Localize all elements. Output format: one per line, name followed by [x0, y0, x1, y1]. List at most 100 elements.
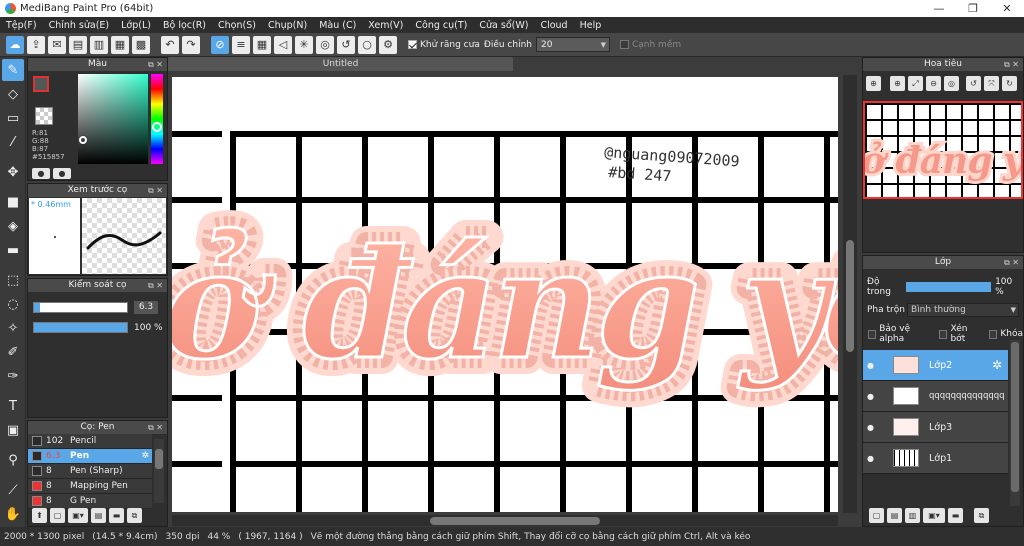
add-swatch-icon[interactable]: ●	[32, 168, 50, 179]
palette-icon[interactable]: ●	[53, 168, 71, 179]
saturation-value-picker[interactable]	[78, 74, 148, 164]
menu-help[interactable]: Help	[580, 20, 602, 31]
duplicate-layer-icon[interactable]: ⧉	[974, 508, 989, 523]
actual-size-icon[interactable]: ◎	[944, 76, 959, 91]
divide-tool-icon[interactable]: ▣	[2, 419, 24, 441]
eye-icon[interactable]: ●	[867, 423, 879, 432]
minimize-button[interactable]: —	[922, 2, 956, 15]
maximize-button[interactable]: ❐	[956, 2, 990, 15]
horizontal-scroll-thumb[interactable]	[430, 517, 600, 525]
menu-edit[interactable]: Chỉnh sửa(E)	[49, 20, 110, 31]
lasso-tool-icon[interactable]: ◌	[2, 293, 24, 315]
layer-item[interactable]: ● qqqqqqqqqqqqqq	[863, 381, 1008, 412]
panel-options-icon[interactable]: ⧉ ✕	[148, 279, 163, 292]
menu-file[interactable]: Tệp(F)	[6, 20, 37, 31]
menu-color[interactable]: Màu (C)	[319, 20, 356, 31]
pen-tool-icon[interactable]: ⟋	[2, 479, 24, 501]
lock-checkbox[interactable]	[989, 329, 998, 339]
brush-item-pencil[interactable]: 102 Pencil	[28, 434, 152, 449]
vertical-scroll-thumb[interactable]	[846, 240, 854, 352]
canvas-horizontal-scrollbar[interactable]	[172, 515, 838, 526]
menu-cloud[interactable]: Cloud	[540, 20, 567, 31]
select-pen-icon[interactable]: ✐	[2, 341, 24, 363]
chat-icon[interactable]: ✉	[48, 35, 66, 54]
menu-snap[interactable]: Chụp(N)	[268, 20, 307, 31]
zoom-icon[interactable]: ⊕	[890, 76, 905, 91]
brush-tool-icon[interactable]: ✎	[2, 59, 24, 81]
layer-item[interactable]: ● Lớp3	[863, 412, 1008, 443]
layer-menu-icon[interactable]: ▣▾	[923, 508, 945, 523]
layer-item[interactable]: ● Lớp1	[863, 443, 1008, 474]
document-tab[interactable]: Untitled	[168, 57, 513, 71]
concentric-snap-icon[interactable]: ◎	[316, 35, 334, 54]
cloud-icon[interactable]: ☁	[6, 35, 24, 54]
menu-tools[interactable]: Công cụ(T)	[415, 20, 467, 31]
brush-item-mapping-pen[interactable]: 8 Mapping Pen	[28, 479, 152, 494]
menu-window[interactable]: Cửa sổ(W)	[479, 20, 528, 31]
rotate-right-icon[interactable]: ↻	[1002, 76, 1017, 91]
eye-icon[interactable]: ●	[867, 454, 879, 463]
rectangle-tool-icon[interactable]: ▭	[2, 107, 24, 129]
radial-snap-icon[interactable]: ✳	[295, 35, 313, 54]
zoom-in-icon[interactable]: ⊕	[866, 76, 881, 91]
hue-slider[interactable]	[151, 74, 163, 164]
drawing-canvas[interactable]: @nguang09072009 #bd 247 ở đáng yêu ở đán…	[172, 77, 838, 512]
brush-settings-icon[interactable]: ▤	[91, 508, 106, 523]
antialias-checkbox[interactable]	[408, 40, 417, 49]
select-eraser-icon[interactable]: ✑	[2, 365, 24, 387]
blend-mode-select[interactable]: Bình thường ▼	[907, 303, 1019, 317]
page-icon[interactable]: ▥	[90, 35, 108, 54]
eraser-tool-icon[interactable]: ◇	[2, 83, 24, 105]
share-icon[interactable]: ⇪	[27, 35, 45, 54]
brush-list-scrollbar[interactable]	[154, 439, 164, 503]
canvas-vertical-scrollbar[interactable]	[843, 75, 857, 513]
new-halftone-layer-icon[interactable]: ▥	[905, 508, 920, 523]
move-tool-icon[interactable]: ✥	[2, 161, 24, 183]
new-color-layer-icon[interactable]: ▤	[887, 508, 902, 523]
grid-snap-icon[interactable]: ▦	[253, 35, 271, 54]
add-brush-icon[interactable]: ⬆	[32, 508, 47, 523]
gear-icon[interactable]: ✲	[992, 358, 1002, 372]
select-tool-icon[interactable]: ⬚	[2, 269, 24, 291]
panel-options-icon[interactable]: ⧉ ✕	[148, 58, 163, 71]
text-tool-icon[interactable]: T	[2, 395, 24, 417]
brush-opacity-slider[interactable]	[33, 322, 128, 333]
zoom-out-icon[interactable]: ⊖	[926, 76, 941, 91]
layer-list-scrollbar[interactable]	[1010, 340, 1020, 506]
fit-screen-icon[interactable]: ⤢	[908, 76, 923, 91]
vanishing-snap-icon[interactable]: ◁	[274, 35, 292, 54]
eye-icon[interactable]: ●	[867, 392, 879, 401]
new-brush-icon[interactable]: ▢	[50, 508, 65, 523]
dot-tool-icon[interactable]: ⁄	[2, 131, 24, 153]
brush-item-g-pen[interactable]: 8 G Pen	[28, 494, 152, 509]
brush-folder-icon[interactable]: ▬	[109, 508, 124, 523]
snap-settings-icon[interactable]: ⚙	[379, 35, 397, 54]
close-button[interactable]: ✕	[990, 2, 1024, 15]
protect-alpha-checkbox[interactable]	[868, 329, 877, 339]
magic-wand-icon[interactable]: ✧	[2, 317, 24, 339]
transparent-color-swatch[interactable]	[35, 107, 53, 125]
circle-snap-icon[interactable]: ○	[358, 35, 376, 54]
brush-copy-icon[interactable]: ⧉	[127, 508, 142, 523]
layer-opacity-slider[interactable]	[906, 282, 992, 292]
clipping-checkbox[interactable]	[939, 329, 948, 339]
menu-select[interactable]: Chọn(S)	[218, 20, 256, 31]
layer-item[interactable]: ● Lớp2 ✲	[863, 350, 1008, 381]
tiles-icon[interactable]: ▩	[132, 35, 150, 54]
brush-item-pen-sharp[interactable]: 8 Pen (Sharp)	[28, 464, 152, 479]
brush-menu-icon[interactable]: ▣▾	[68, 508, 88, 523]
correction-select[interactable]: 20 ▼	[535, 37, 610, 52]
curve-snap-icon[interactable]: ↺	[337, 35, 355, 54]
hue-handle[interactable]	[152, 122, 162, 132]
brush-item-pen[interactable]: 6.3 Pen ✲	[28, 449, 152, 464]
brush-size-slider[interactable]	[33, 302, 128, 313]
layer-folder-icon[interactable]: ▬	[948, 508, 963, 523]
eyedropper-tool-icon[interactable]: ⚲	[2, 449, 24, 471]
soft-edge-checkbox[interactable]	[619, 40, 629, 49]
fill-shape-tool-icon[interactable]: ■	[2, 191, 24, 213]
hand-tool-icon[interactable]: ✋	[2, 503, 24, 525]
redo-icon[interactable]: ↷	[182, 35, 200, 54]
panel-options-icon[interactable]: ⧉ ✕	[148, 184, 163, 197]
undo-icon[interactable]: ↶	[161, 35, 179, 54]
menu-view[interactable]: Xem(V)	[368, 20, 403, 31]
